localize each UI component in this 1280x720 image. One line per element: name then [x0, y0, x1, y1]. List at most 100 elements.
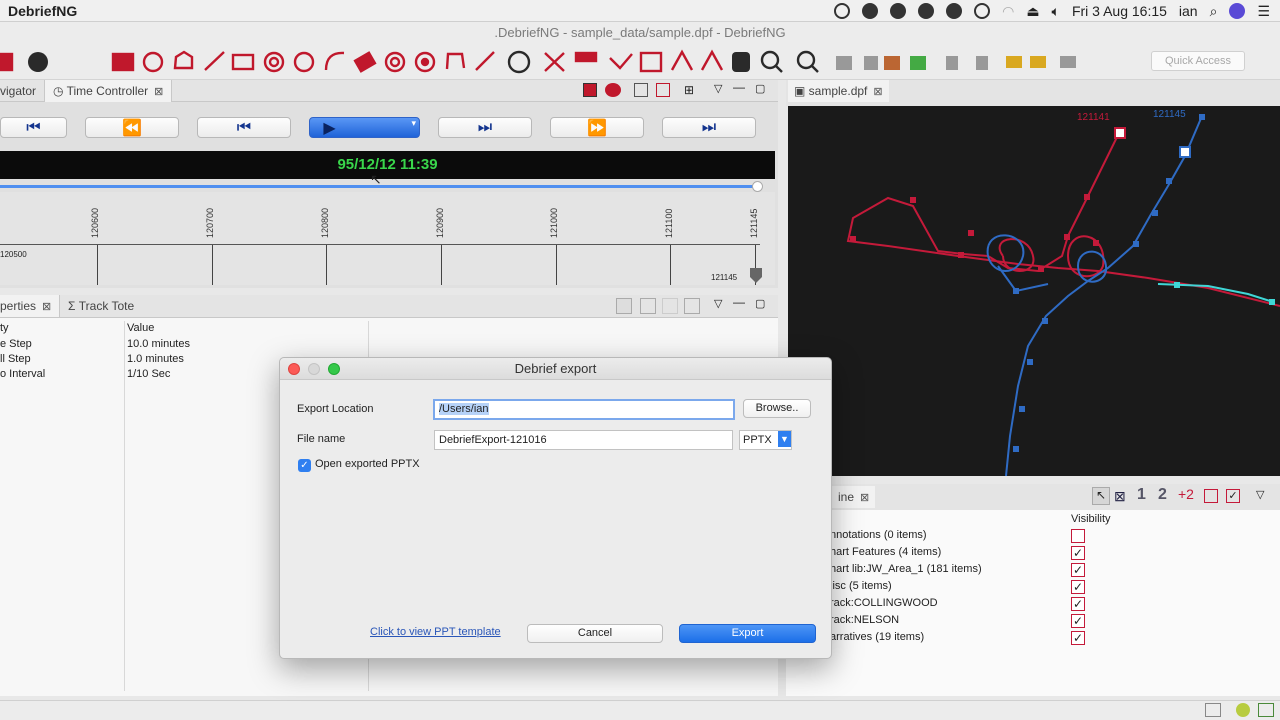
file-name-input[interactable]: DebriefExport-121016 — [434, 430, 733, 450]
level-two-icon[interactable]: 2 — [1158, 486, 1167, 504]
visibility-checkbox[interactable]: ✓ — [1071, 546, 1085, 560]
minimize-icon[interactable]: — — [733, 80, 745, 94]
add-level-icon[interactable]: +2 — [1178, 486, 1194, 502]
filter-icon[interactable] — [634, 83, 648, 97]
close-window-button[interactable] — [288, 363, 300, 375]
blue-track-head-icon[interactable] — [1179, 146, 1191, 158]
timeline-ruler[interactable] — [0, 192, 775, 285]
dropbox-icon[interactable] — [862, 3, 879, 19]
maximize-icon[interactable]: ▢ — [755, 297, 765, 310]
tab-time-controller[interactable]: ◷ Time Controller ⊠ — [44, 80, 173, 102]
visibility-checkbox[interactable] — [1071, 529, 1085, 543]
goto-end-button[interactable]: ⏭ — [662, 117, 756, 138]
list-icon[interactable] — [656, 83, 670, 97]
open-exported-checkbox[interactable]: ✓ — [298, 459, 311, 472]
format-select[interactable]: PPTX ▼ — [739, 430, 792, 450]
minimize-icon[interactable]: — — [733, 295, 745, 309]
siri-icon[interactable] — [1229, 3, 1246, 19]
large-step-back-button[interactable]: ⏪ — [85, 117, 179, 138]
advanced-icon[interactable] — [662, 298, 678, 314]
view-menu-icon[interactable]: ▽ — [714, 297, 722, 310]
small-step-back-button[interactable]: ⏮ — [197, 117, 291, 138]
ppt-template-link[interactable]: Click to view PPT template — [370, 626, 501, 638]
expand-icon[interactable]: ⊠ — [1114, 488, 1126, 505]
upwork-icon[interactable] — [890, 3, 907, 19]
categories-icon[interactable] — [616, 298, 632, 314]
tab-sample-dpf[interactable]: ▣ sample.dpf ⊠ — [788, 80, 889, 102]
filter-icon[interactable] — [640, 298, 656, 314]
app-menu[interactable]: DebriefNG — [8, 3, 77, 19]
status-bar — [0, 700, 1280, 720]
outline-item[interactable]: hart Features (4 items) — [830, 544, 941, 561]
quick-access-input[interactable]: Quick Access — [1151, 51, 1245, 71]
time-slider-knob[interactable] — [752, 181, 763, 192]
maximize-icon[interactable]: ▢ — [755, 82, 765, 95]
search-icon[interactable]: ⌕ — [1210, 3, 1218, 20]
tab-track-tote[interactable]: Σ Track Tote — [68, 295, 134, 317]
tab-outline[interactable]: ine ⊠ — [832, 486, 876, 508]
visibility-checkbox[interactable]: ✓ — [1071, 614, 1085, 628]
view-menu-icon[interactable]: ▽ — [1256, 488, 1264, 501]
hide-all-icon[interactable] — [1204, 489, 1218, 503]
close-icon[interactable]: ⊠ — [873, 86, 882, 98]
level-one-icon[interactable]: 1 — [1137, 486, 1146, 504]
plot-map[interactable]: 121141 121145 — [788, 106, 1280, 477]
time-machine-icon[interactable] — [974, 3, 991, 19]
export-location-input[interactable]: /Users/ian — [433, 399, 735, 420]
visibility-checkbox[interactable]: ✓ — [1071, 631, 1085, 645]
restore-defaults-icon[interactable] — [684, 298, 700, 314]
status-icon-a[interactable] — [1205, 703, 1221, 717]
large-step-forward-button[interactable]: ⏩ — [550, 117, 644, 138]
status-icon-b[interactable] — [1236, 703, 1250, 717]
close-icon[interactable]: ⊠ — [860, 492, 869, 504]
cancel-button[interactable]: Cancel — [527, 624, 663, 643]
outline-item[interactable]: arratives (19 items) — [830, 629, 924, 646]
visibility-checkbox[interactable]: ✓ — [1071, 563, 1085, 577]
zoom-window-button[interactable] — [328, 363, 340, 375]
table-row[interactable]: e Step 10.0 minutes — [0, 338, 370, 353]
view-menu-icon[interactable]: ▽ — [714, 82, 722, 95]
timeline-baseline — [0, 244, 760, 245]
cloud-upload-icon[interactable] — [918, 3, 935, 19]
outline-item[interactable]: nnotations (0 items) — [830, 527, 927, 544]
show-all-icon[interactable]: ✓ — [1226, 489, 1240, 503]
close-icon[interactable]: ⊠ — [154, 86, 163, 98]
status-icon-c[interactable] — [1258, 703, 1274, 717]
hat-icon[interactable] — [946, 3, 963, 19]
minimize-window-button[interactable] — [308, 363, 320, 375]
record-icon[interactable] — [834, 3, 851, 19]
outline-item[interactable]: lisc (5 items) — [830, 578, 892, 595]
outline-item[interactable]: hart lib:JW_Area_1 (181 items) — [830, 561, 982, 578]
play-dropdown-icon[interactable]: ▾ — [411, 118, 416, 129]
sync-icon[interactable] — [605, 83, 621, 97]
play-button[interactable]: ▶ ▾ — [309, 117, 420, 138]
eject-icon[interactable]: ⏏ — [1026, 3, 1039, 20]
user-menu[interactable]: ian — [1179, 3, 1198, 19]
select-pointer-icon[interactable]: ↖ — [1092, 487, 1110, 505]
browse-button[interactable]: Browse.. — [743, 399, 811, 418]
property-value[interactable]: 10.0 minutes — [127, 338, 190, 350]
record-stop-icon[interactable] — [583, 83, 597, 97]
red-track-label: 121141 — [1077, 112, 1110, 123]
toolbar-icons — [0, 49, 1076, 74]
tab-navigator[interactable]: vigator — [0, 80, 36, 102]
goto-start-button[interactable]: ⏮ — [0, 117, 67, 138]
layout-icon[interactable]: ⊞ — [684, 83, 694, 97]
property-value[interactable]: 1.0 minutes — [127, 353, 184, 365]
volume-icon[interactable]: 🔈︎ — [1052, 3, 1060, 20]
visibility-checkbox[interactable]: ✓ — [1071, 597, 1085, 611]
outline-item[interactable]: rack:NELSON — [830, 612, 899, 629]
close-icon[interactable]: ⊠ — [42, 301, 51, 313]
red-track-head-icon[interactable] — [1114, 127, 1126, 139]
tab-properties[interactable]: perties ⊠ — [0, 295, 61, 317]
small-step-forward-button[interactable]: ⏭ — [438, 117, 532, 138]
property-value[interactable]: 1/10 Sec — [127, 368, 170, 380]
visibility-checkbox[interactable]: ✓ — [1071, 580, 1085, 594]
wifi-icon[interactable]: ◠ — [1002, 3, 1014, 20]
track-plot[interactable] — [788, 106, 1280, 477]
clock[interactable]: Fri 3 Aug 16:15 — [1072, 3, 1167, 19]
notification-icon[interactable]: ☰ — [1257, 3, 1270, 20]
window-title: .DebriefNG - sample_data/sample.dpf - De… — [0, 22, 1280, 44]
export-button[interactable]: Export — [679, 624, 816, 643]
outline-item[interactable]: rack:COLLINGWOOD — [830, 595, 938, 612]
